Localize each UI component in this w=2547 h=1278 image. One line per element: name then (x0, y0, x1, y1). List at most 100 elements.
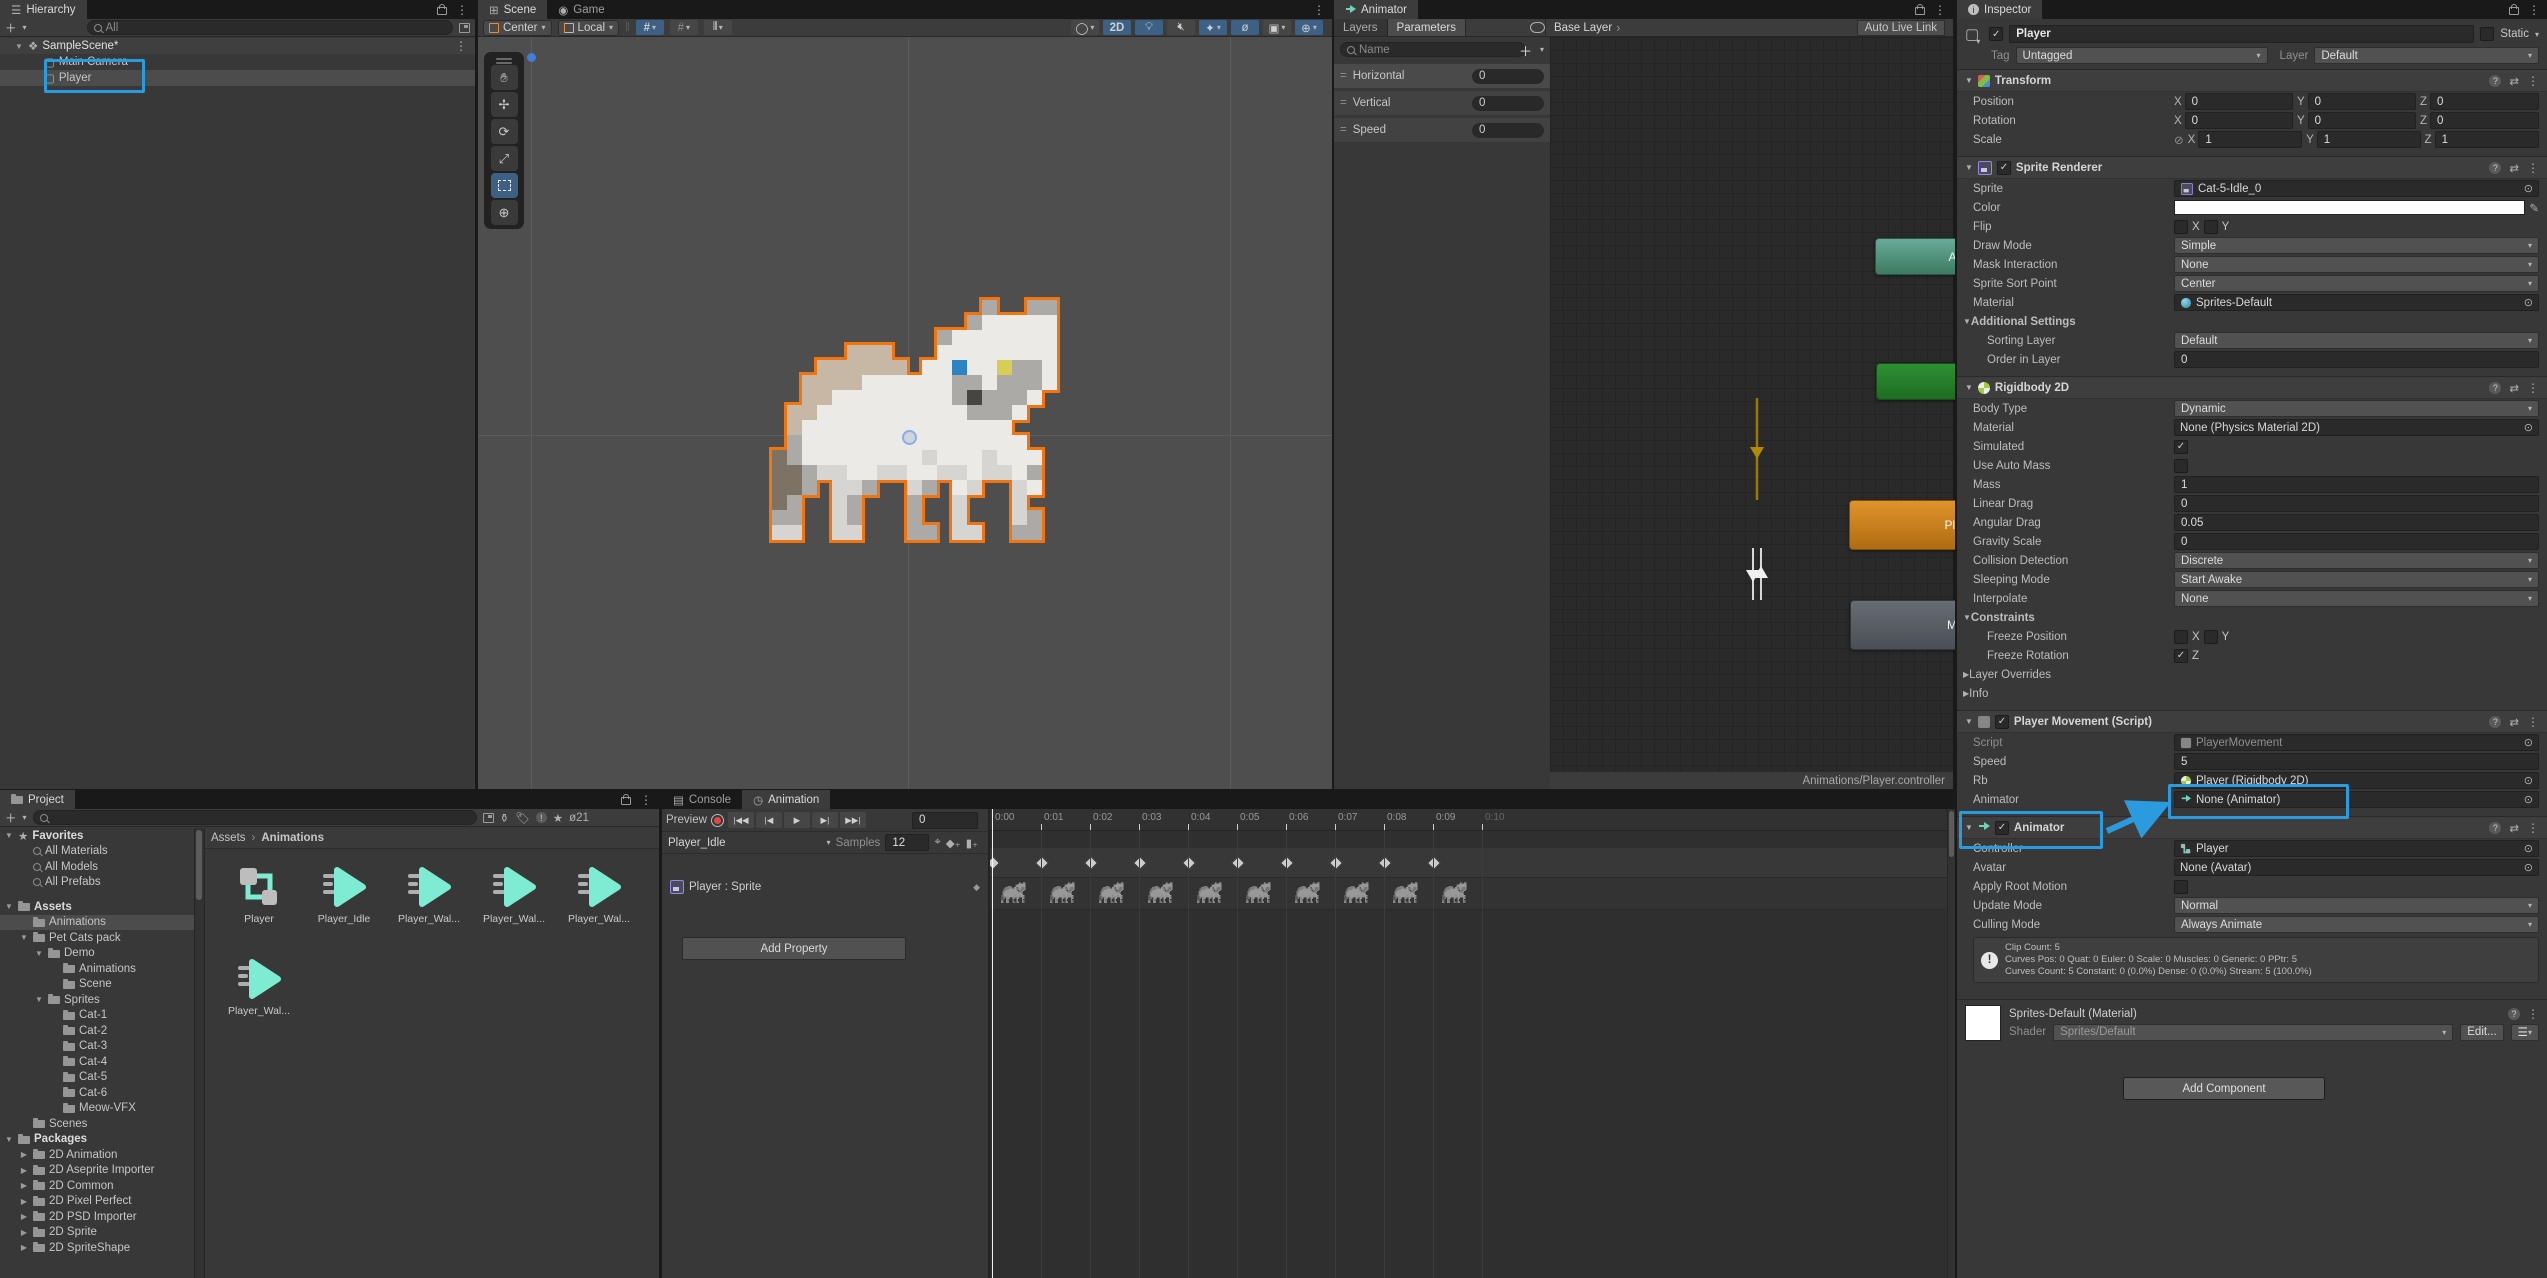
foldout-arrow-icon[interactable]: ▶ (19, 1181, 29, 1190)
current-frame-field[interactable]: 0 (912, 812, 978, 829)
keyframe-diamond[interactable] (1133, 856, 1147, 870)
layer-dropdown[interactable]: Default▾ (2314, 47, 2539, 64)
play-button[interactable]: ▶ (784, 812, 810, 828)
scene-viewport[interactable]: ✋︎ ✢ ⟳ ⤢ ⊕ (478, 37, 1332, 789)
vector-field-y[interactable]: 0 (2308, 112, 2416, 129)
keyframe-diamond[interactable] (988, 856, 1000, 870)
project-tree-scrollbar[interactable] (194, 828, 204, 1278)
snap-increment-button[interactable]: ⫴▾ (704, 20, 732, 35)
menu-icon[interactable]: ⋮ (640, 793, 652, 807)
foldout-arrow-icon[interactable]: ▼ (19, 933, 29, 942)
object-picker-icon[interactable]: ⊙ (2524, 421, 2533, 434)
help-icon[interactable]: ? (2489, 716, 2501, 728)
add-dropdown-icon[interactable]: ▾ (23, 23, 27, 32)
object-field[interactable]: None (Avatar)⊙ (2174, 859, 2539, 876)
menu-icon[interactable]: ⋮ (2527, 381, 2539, 395)
project-tree-row[interactable]: ▼Assets (0, 899, 203, 915)
static-checkbox[interactable] (2480, 27, 2494, 41)
object-picker-icon[interactable]: ⊙ (2524, 736, 2533, 749)
add-parameter-dropdown[interactable]: ▾ (1540, 45, 1544, 54)
dropdown[interactable]: Discrete▾ (2174, 552, 2539, 569)
samples-field[interactable]: 12 (885, 834, 929, 851)
object-picker-icon[interactable]: ⊙ (2524, 793, 2533, 806)
animator-layers-tab[interactable]: Layers (1334, 19, 1388, 36)
parameter-value-field[interactable]: 0 (1472, 123, 1544, 138)
camera-button[interactable]: ▣▾ (1263, 20, 1291, 35)
foldout-arrow-icon[interactable]: ▶ (19, 1197, 29, 1206)
color-swatch[interactable] (2174, 200, 2525, 215)
object-field[interactable]: Player (Rigidbody 2D)⊙ (2174, 772, 2539, 789)
presets-icon[interactable]: ⇄ (2509, 821, 2519, 835)
keyframe-diamond[interactable] (1378, 856, 1392, 870)
project-tree-row[interactable]: ▶2D Sprite (0, 1225, 203, 1241)
value-field[interactable]: 1 (2174, 476, 2539, 493)
animated-property-row[interactable]: Player : Sprite ◆ (662, 876, 988, 898)
menu-icon[interactable]: ⋮ (2527, 821, 2539, 835)
dropdown[interactable]: Always Animate▾ (2174, 916, 2539, 933)
checkbox-z[interactable]: ✓ (2174, 649, 2188, 663)
selected-sprite-cat[interactable] (772, 300, 1072, 543)
tool-handle-pivot[interactable]: Center▾ (483, 20, 552, 36)
lock-icon[interactable] (2509, 7, 2519, 15)
value-field[interactable]: 0 (2174, 351, 2539, 368)
project-tree-row[interactable]: ▶2D Common (0, 1178, 203, 1194)
presets-icon[interactable]: ⇄ (2509, 161, 2519, 175)
asset-clip[interactable]: Player_Wal... (223, 956, 295, 1017)
tab-scene[interactable]: ⊞ Scene (478, 0, 547, 19)
view-hand-tool[interactable]: ✋︎ (491, 65, 518, 90)
gizmos-button[interactable]: ⊕▾ (1295, 20, 1323, 35)
window-expand-icon[interactable] (483, 813, 494, 823)
foldout-arrow-icon[interactable]: ▶ (19, 1243, 29, 1252)
goto-begin-button[interactable]: |◀◀ (728, 812, 754, 828)
effects-button[interactable]: ✦▾ (1199, 20, 1227, 35)
project-tree-row[interactable]: ▶2D Aseprite Importer (0, 1163, 203, 1179)
drag-handle-icon[interactable]: = (1340, 70, 1347, 82)
object-picker-icon[interactable]: ⊙ (2524, 842, 2533, 855)
menu-icon[interactable]: ⋮ (2527, 161, 2539, 175)
scrollbar-thumb[interactable] (196, 830, 202, 900)
menu-icon[interactable]: ⋮ (455, 39, 475, 53)
dropdown[interactable]: Start Awake▾ (2174, 571, 2539, 588)
filter-by-type-icon[interactable]: ⚱ (500, 811, 510, 825)
record-button[interactable] (711, 814, 724, 827)
checkbox[interactable] (2174, 880, 2188, 894)
project-tree-row[interactable]: ▶2D SpriteShape (0, 1240, 203, 1256)
foldout-arrow-icon[interactable]: ▶ (19, 1212, 29, 1221)
drag-handle-icon[interactable]: = (1340, 97, 1347, 109)
value-field[interactable]: 0 (2174, 533, 2539, 550)
project-tree-row[interactable]: Cat-5 (0, 1070, 203, 1086)
vector-field-z[interactable]: 1 (2435, 131, 2539, 148)
add-keyframe-icon[interactable]: ⌖ (934, 836, 940, 849)
grid-snap-button[interactable]: #▾ (636, 20, 664, 35)
object-picker-icon[interactable]: ⊙ (2524, 774, 2533, 787)
tab-animator[interactable]: Animator (1334, 0, 1418, 19)
checkbox-x[interactable] (2174, 220, 2188, 234)
tab-animation[interactable]: ◷ Animation (742, 790, 830, 809)
foldout-arrow-icon[interactable]: ▼ (14, 42, 24, 51)
overlay-drag-handle[interactable] (496, 58, 512, 60)
foldout-arrow-icon[interactable]: ▼ (1963, 613, 1971, 622)
project-search[interactable] (33, 810, 477, 825)
timeline-scrollbar[interactable] (1947, 809, 1955, 1278)
help-icon[interactable]: ? (2489, 162, 2501, 174)
project-tree-row[interactable]: Scene (0, 977, 203, 993)
component-enabled-checkbox[interactable]: ✓ (1997, 161, 2011, 175)
asset-clip[interactable]: Player_Wal... (563, 864, 635, 925)
parameter-value-field[interactable]: 0 (1472, 96, 1544, 111)
project-tree-row[interactable]: All Prefabs (0, 875, 203, 891)
preview-button[interactable]: Preview (666, 814, 707, 826)
value-field[interactable]: 0.05 (2174, 514, 2539, 531)
component-header[interactable]: ▼✓Player Movement (Script)?⇄⋮ (1957, 711, 2547, 733)
add-key-diamond-icon[interactable]: ◆₊ (946, 836, 961, 850)
move-tool[interactable]: ✢ (491, 92, 518, 117)
value-field[interactable]: 5 (2174, 753, 2539, 770)
project-tree-row[interactable]: Cat-4 (0, 1054, 203, 1070)
checkbox[interactable] (2174, 459, 2188, 473)
project-tree-row[interactable]: Cat-3 (0, 1039, 203, 1055)
presets-icon[interactable]: ⇄ (2509, 74, 2519, 88)
lock-icon[interactable] (621, 797, 631, 805)
breadcrumb-animations[interactable]: Animations (261, 832, 324, 844)
asset-controller[interactable]: Player (223, 864, 295, 925)
parameter-value-field[interactable]: 0 (1472, 69, 1544, 84)
tab-project[interactable]: Project (0, 790, 75, 809)
